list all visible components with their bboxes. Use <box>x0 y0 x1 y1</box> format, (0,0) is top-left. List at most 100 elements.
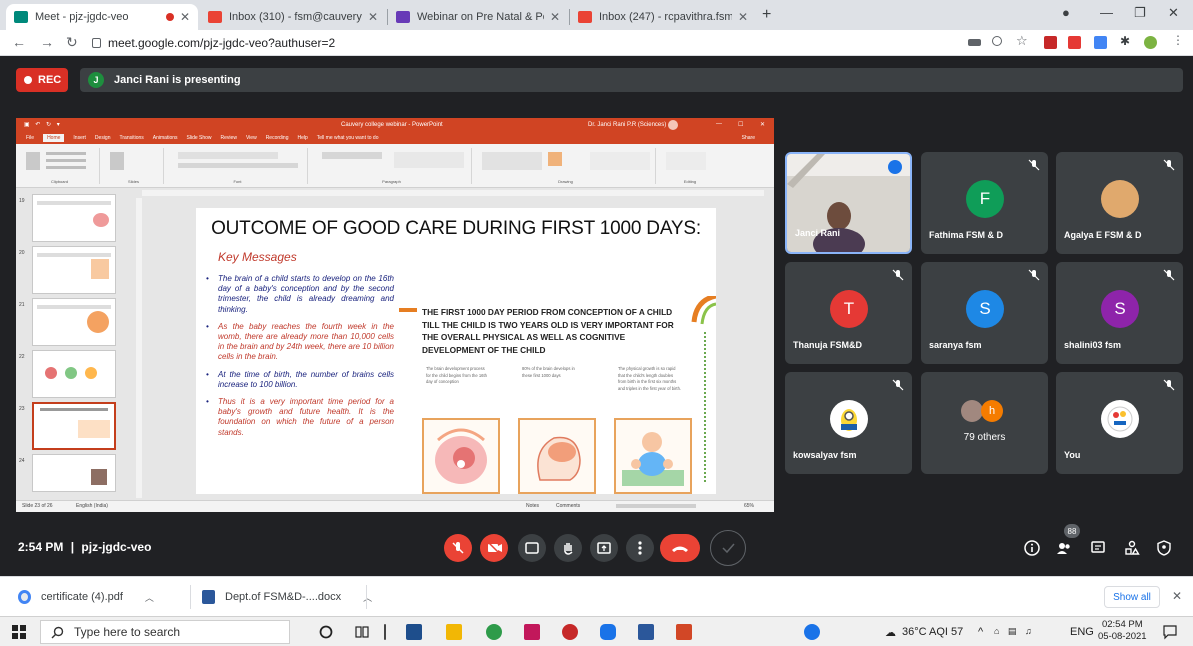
new-tab-icon[interactable]: + <box>762 6 771 24</box>
taskbar-clock[interactable]: 02:54 PM 05-08-2021 <box>1098 619 1147 643</box>
close-icon[interactable]: ✕ <box>368 10 378 24</box>
avatar: T <box>830 290 868 328</box>
language-status: English (India) <box>76 503 108 509</box>
taskbar-search-input[interactable]: Type here to search <box>40 620 290 644</box>
menu-icon[interactable]: ⋮ <box>1172 33 1185 47</box>
font-selector <box>178 152 278 159</box>
cortana-icon[interactable] <box>318 624 334 640</box>
chrome-icon[interactable] <box>562 624 578 640</box>
powerpoint-icon[interactable] <box>676 624 692 640</box>
word-icon[interactable] <box>638 624 654 640</box>
show-all-downloads-button[interactable]: Show all <box>1104 586 1160 608</box>
mic-off-icon <box>892 379 904 391</box>
horizontal-ruler <box>142 190 764 196</box>
tab-webinar[interactable]: Webinar on Pre Natal & Post Nat ✕ <box>388 4 568 30</box>
ppt-status-bar: Slide 23 of 26 English (India) Notes Com… <box>16 500 774 512</box>
weather-text[interactable]: 36°C AQI 57 <box>902 626 963 638</box>
slide-thumbnails: 19 20 21 22 23 24 <box>16 188 128 498</box>
chevron-up-icon[interactable]: ︿ <box>363 591 372 604</box>
raise-hand-button[interactable] <box>554 534 582 562</box>
text-direction <box>394 152 464 168</box>
presenting-text: Janci Rani is presenting <box>114 74 241 86</box>
task-view-icon[interactable] <box>354 624 370 640</box>
taskbar-time: 02:54 PM <box>1101 619 1143 630</box>
back-icon[interactable]: ← <box>12 34 26 50</box>
star-icon[interactable]: ☆ <box>1016 33 1029 48</box>
people-icon[interactable] <box>1056 540 1072 556</box>
rec-badge: REC <box>16 68 68 92</box>
edge-icon[interactable] <box>486 624 502 640</box>
ppt-ribbon: Clipboard Slides Font Paragraph Drawing <box>16 144 774 188</box>
participant-tile[interactable]: S saranya fsm <box>921 262 1048 364</box>
participant-tile[interactable]: Janci Rani <box>785 152 912 254</box>
extension-icon[interactable] <box>1044 36 1057 49</box>
close-icon[interactable]: ✕ <box>550 10 560 24</box>
url-text: meet.google.com/pjz-jgdc-veo?authuser=2 <box>108 36 336 50</box>
participant-tile-self[interactable]: You <box>1056 372 1183 474</box>
activities-icon[interactable] <box>1124 540 1140 556</box>
avatar <box>1101 400 1139 438</box>
participant-tile-others[interactable]: h 79 others <box>921 372 1048 474</box>
leave-call-button[interactable] <box>660 534 700 562</box>
chat-icon[interactable] <box>1090 540 1106 556</box>
notification-icon[interactable] <box>1162 624 1178 640</box>
download-item[interactable]: Dept.of FSM&D-....docx ︿ <box>202 587 372 607</box>
host-controls-icon[interactable] <box>1156 540 1172 556</box>
slide-bullets: The brain of a child starts to develop o… <box>204 274 394 445</box>
photos-icon[interactable] <box>524 624 540 640</box>
close-icon[interactable]: ✕ <box>180 10 190 24</box>
ppt-menu-item: View <box>245 135 257 141</box>
app-icon[interactable] <box>406 624 422 640</box>
camera-icon[interactable] <box>968 39 981 46</box>
close-window-icon[interactable]: ✕ <box>1168 5 1179 21</box>
windows-start-icon[interactable] <box>12 625 26 639</box>
companion-button[interactable] <box>710 530 746 566</box>
rec-label: REC <box>38 74 62 86</box>
maximize-icon: ☐ <box>738 122 744 128</box>
view-buttons <box>616 504 696 508</box>
close-icon[interactable]: ✕ <box>738 10 748 24</box>
participant-tile[interactable]: F Fathima FSM & D <box>921 152 1048 254</box>
minimize-icon: — <box>716 121 722 127</box>
participant-tile[interactable]: S shalini03 fsm <box>1056 262 1183 364</box>
tab-inbox-247[interactable]: Inbox (247) - rcpavithra.fsmd@c ✕ <box>570 4 756 30</box>
chevron-up-icon[interactable]: ^ <box>978 626 983 638</box>
camera-toggle-button[interactable] <box>480 534 508 562</box>
profile-icon[interactable]: ● <box>1062 5 1070 20</box>
address-bar[interactable]: meet.google.com/pjz-jgdc-veo?authuser=2 <box>92 33 952 53</box>
extension-icon[interactable] <box>1068 36 1081 49</box>
participant-tile[interactable]: T Thanuja FSM&D <box>785 262 912 364</box>
taskbar-date: 05-08-2021 <box>1098 631 1147 642</box>
maximize-icon[interactable]: ❐ <box>1134 5 1146 21</box>
zoom-icon[interactable] <box>992 36 1002 46</box>
meeting-time: 2:54 PM <box>18 540 64 554</box>
captions-button[interactable] <box>518 534 546 562</box>
tab-inbox-310[interactable]: Inbox (310) - fsm@cauverycolleg ✕ <box>200 4 386 30</box>
info-icon[interactable] <box>1024 540 1040 556</box>
avatar[interactable] <box>1144 36 1157 49</box>
forward-icon[interactable]: → <box>40 34 54 50</box>
zoom-app-icon[interactable] <box>600 624 616 640</box>
extension-icon[interactable] <box>1094 36 1107 49</box>
more-options-button[interactable] <box>626 534 654 562</box>
participant-tile[interactable]: Agalya E FSM & D <box>1056 152 1183 254</box>
participant-name: Thanuja FSM&D <box>793 340 862 350</box>
minimize-icon[interactable]: — <box>1100 5 1113 20</box>
close-icon[interactable]: ✕ <box>1172 589 1182 603</box>
ppt-menu-item: Recording <box>265 135 289 141</box>
download-item[interactable]: certificate (4).pdf ︿ <box>18 587 154 607</box>
reload-icon[interactable]: ↻ <box>66 34 78 51</box>
chevron-up-icon[interactable]: ︿ <box>145 591 154 604</box>
mic-toggle-button[interactable] <box>444 534 472 562</box>
system-tray-icons[interactable]: ⌂ ▤ ♫ <box>994 626 1035 637</box>
present-button[interactable] <box>590 534 618 562</box>
ribbon-group-font: Font <box>168 148 308 184</box>
help-icon[interactable] <box>804 624 820 640</box>
forms-icon <box>396 11 410 23</box>
tab-meet[interactable]: Meet - pjz-jgdc-veo ✕ <box>6 4 198 30</box>
language-indicator[interactable]: ENG <box>1070 626 1094 638</box>
notes-label: Notes <box>526 503 540 509</box>
puzzle-icon[interactable]: ✱ <box>1120 34 1133 48</box>
participant-tile[interactable]: kowsalyav fsm <box>785 372 912 474</box>
file-explorer-icon[interactable] <box>446 624 462 640</box>
